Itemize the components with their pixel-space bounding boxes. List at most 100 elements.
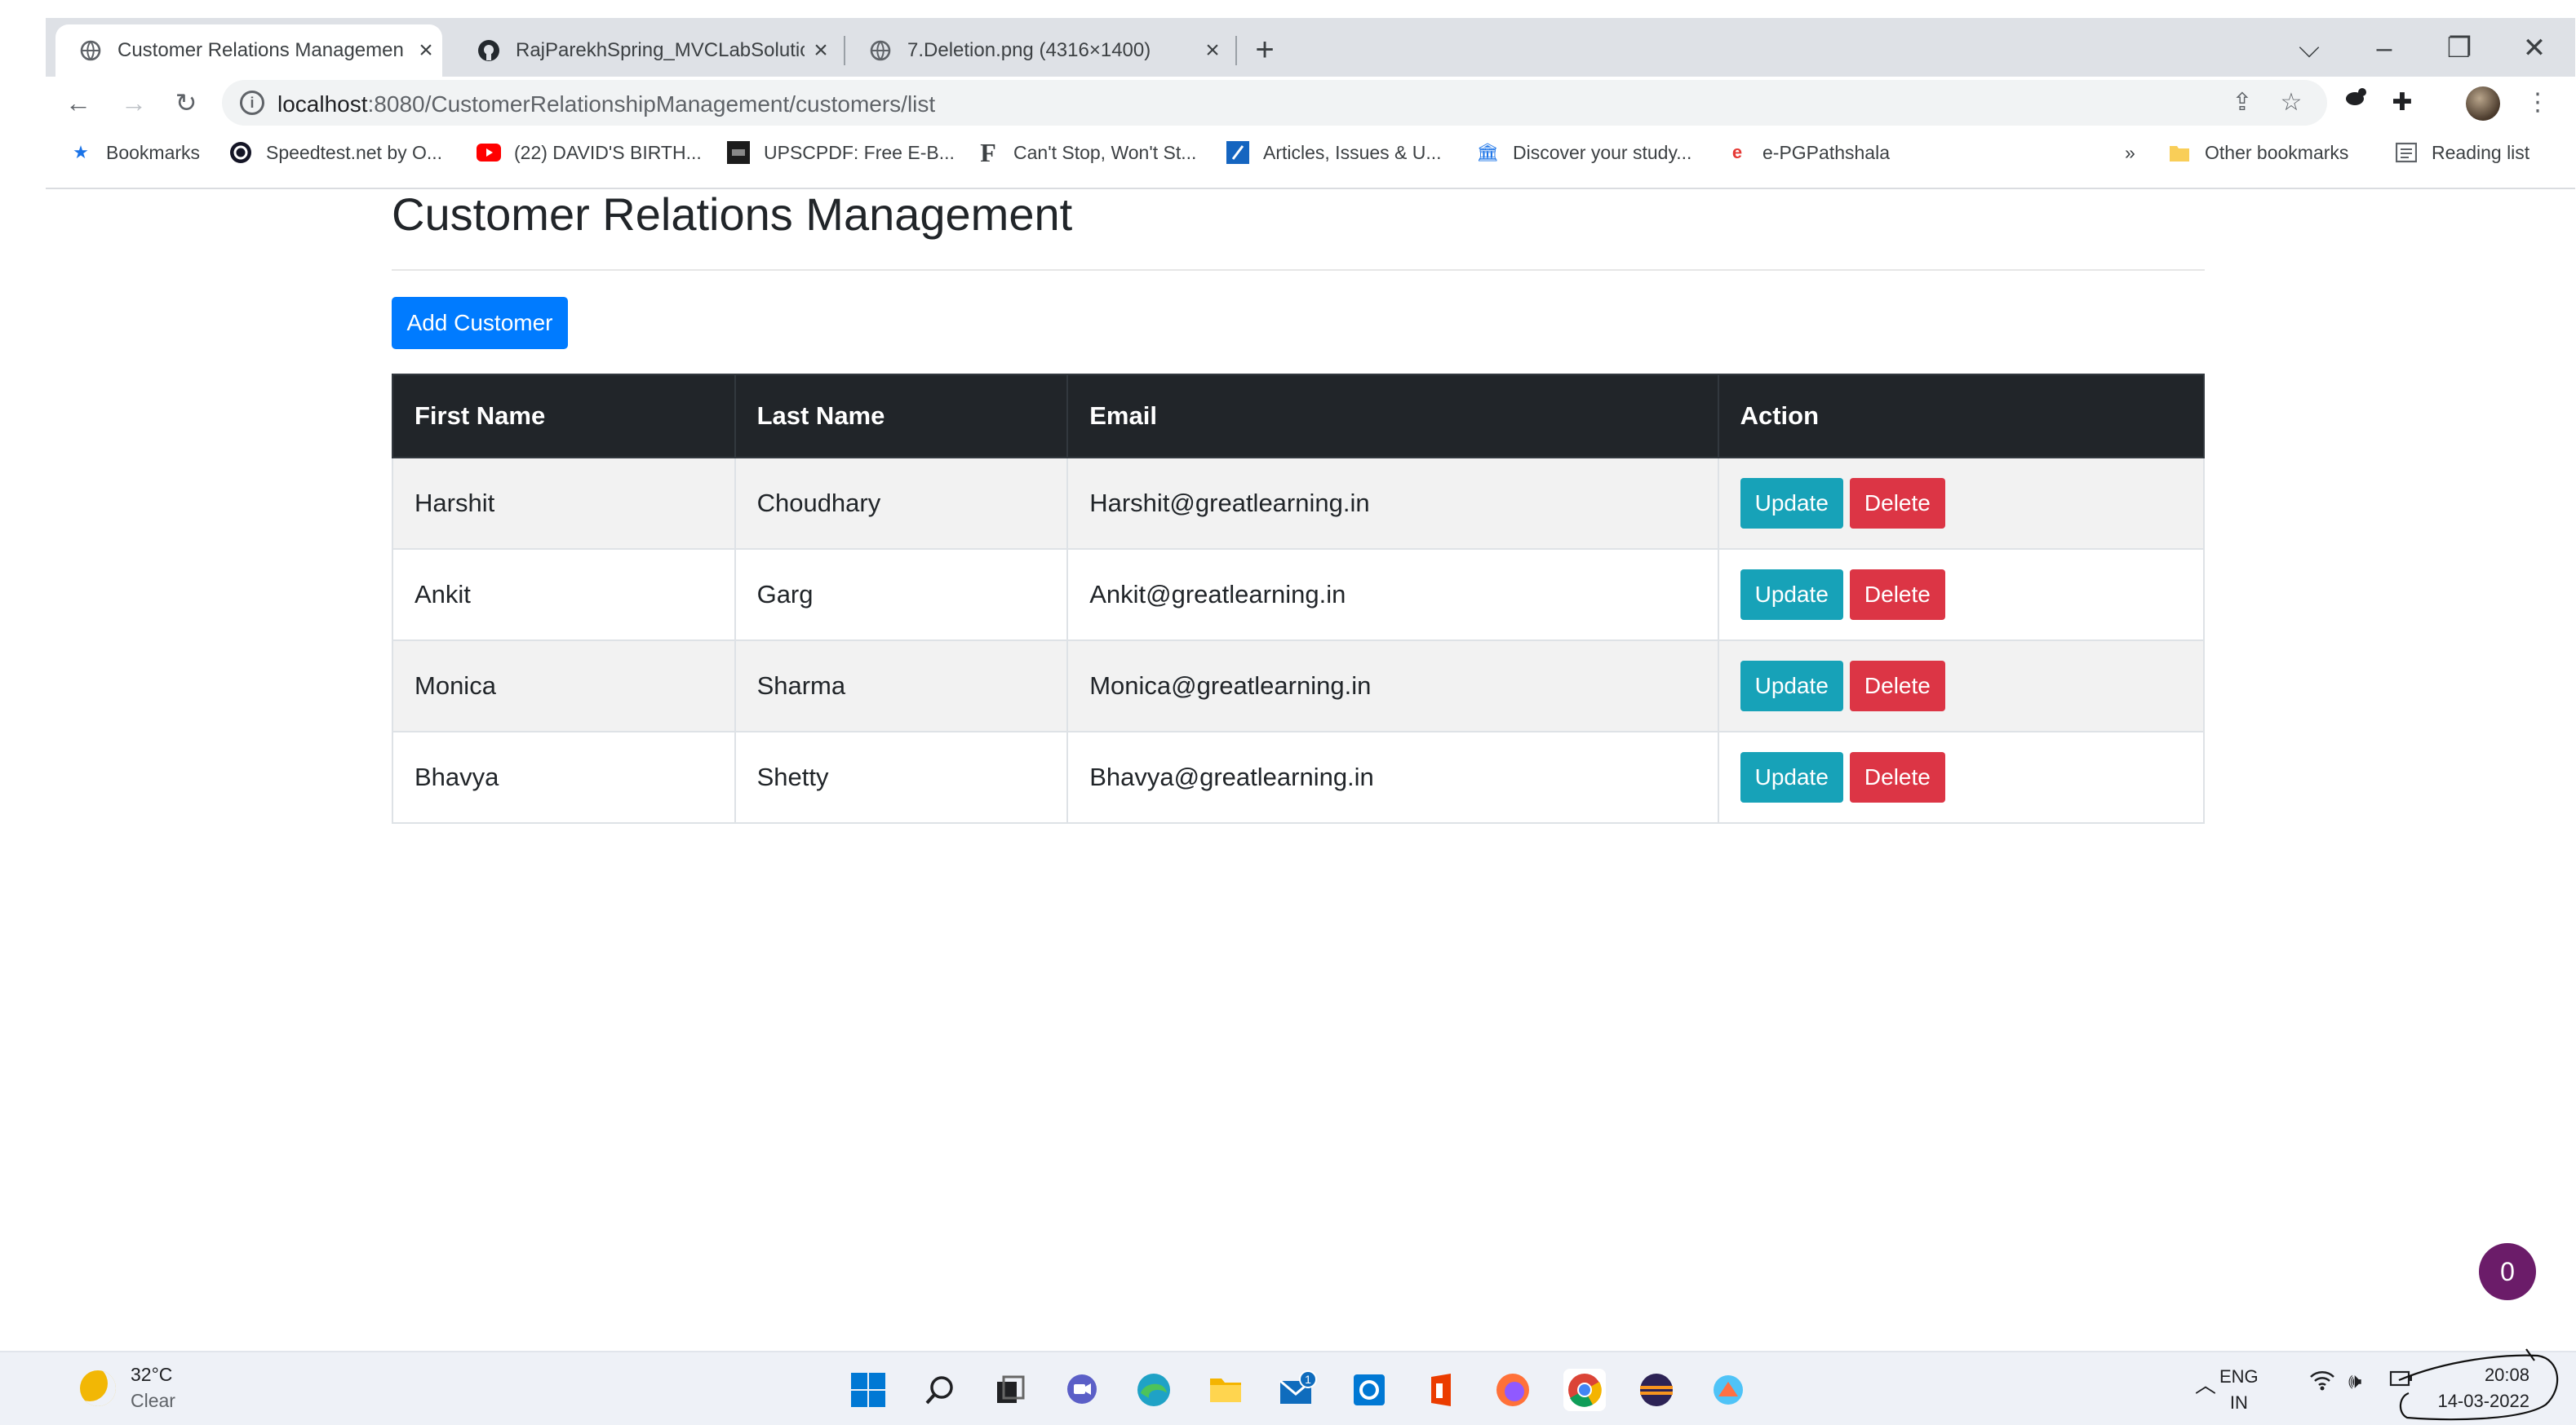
weather-condition[interactable]: Clear — [131, 1390, 175, 1412]
bookmarks-bar: ★ Bookmarks Speedtest.net by O... (22) D… — [46, 129, 2575, 176]
delete-button[interactable]: Delete — [1849, 752, 1945, 803]
tab-search-icon[interactable]: ⌵ — [2285, 29, 2334, 69]
bookmark-item-youtube[interactable]: (22) DAVID'S BIRTH... — [477, 137, 702, 168]
close-icon[interactable]: × — [410, 37, 442, 64]
reload-icon[interactable]: ↻ — [168, 85, 204, 121]
update-button[interactable]: Update — [1740, 752, 1843, 803]
bookmark-item-articles[interactable]: Articles, Issues & U... — [1226, 137, 1442, 168]
table-row: Ankit Garg Ankit@greatlearning.in Update… — [392, 548, 2206, 641]
cell-first-name: Bhavya — [392, 731, 736, 824]
pen-scribble — [2398, 1348, 2559, 1421]
notification-badge[interactable]: 0 — [2479, 1243, 2536, 1300]
table-row: Bhavya Shetty Bhavya@greatlearning.in Up… — [392, 731, 2206, 824]
update-button[interactable]: Update — [1740, 478, 1843, 529]
update-button[interactable]: Update — [1740, 661, 1843, 711]
cell-last-name: Sharma — [734, 639, 1069, 732]
mail-icon[interactable]: 1 — [1276, 1369, 1319, 1411]
cell-email: Harshit@greatlearning.in — [1066, 457, 1719, 550]
firefox-icon[interactable] — [1492, 1369, 1534, 1411]
f-icon: F — [980, 137, 996, 167]
cell-first-name: Monica — [392, 639, 736, 732]
library-icon: 🏛 — [1476, 142, 1499, 162]
bookmark-item-epgpathshala[interactable]: e e-PGPathshala — [1725, 137, 1890, 168]
office-icon[interactable] — [1420, 1369, 1462, 1411]
volume-icon[interactable]: 🕪 — [2348, 1369, 2361, 1395]
restore-icon[interactable]: ❐ — [2435, 29, 2484, 69]
close-icon[interactable]: × — [1196, 37, 1229, 64]
taskbar: 32°C Clear 1 ︿ ENG IN 🕪 20:08 14-03-2022 — [0, 1348, 2576, 1425]
cell-last-name: Garg — [734, 548, 1069, 641]
menu-icon[interactable]: ⋮ — [2520, 85, 2556, 121]
url-text[interactable]: localhost:8080/CustomerRelationshipManag… — [277, 91, 935, 117]
eclipse-icon[interactable] — [1635, 1369, 1678, 1411]
task-view-icon[interactable] — [989, 1369, 1031, 1411]
tab-strip: Customer Relations Managemen × RajParekh… — [46, 18, 2575, 77]
chevron-up-icon[interactable]: ︿ — [2195, 1369, 2216, 1399]
cell-email: Ankit@greatlearning.in — [1066, 548, 1719, 641]
bookmark-item-discover[interactable]: 🏛 Discover your study... — [1475, 137, 1691, 168]
tab-github[interactable]: RajParekhSpring_MVCLabSolutio × — [454, 24, 837, 77]
extension-icon[interactable] — [2339, 85, 2374, 121]
info-icon[interactable]: i — [240, 91, 264, 115]
cell-last-name: Shetty — [734, 731, 1069, 824]
table-row: Harshit Choudhary Harshit@greatlearning.… — [392, 457, 2206, 550]
moon-icon[interactable] — [80, 1370, 116, 1406]
tab-customer-relations[interactable]: Customer Relations Managemen × — [55, 24, 442, 77]
bookmark-item-cant-stop[interactable]: F Can't Stop, Won't St... — [976, 137, 1196, 168]
customer-table: First Name Last Name Email Action Harshi… — [392, 374, 2206, 824]
column-header-email: Email — [1066, 374, 1719, 458]
cell-action: Update Delete — [1717, 639, 2206, 732]
reading-list[interactable]: Reading list — [2394, 137, 2529, 168]
column-header-first-name: First Name — [392, 374, 736, 458]
language-indicator[interactable]: ENG IN — [2219, 1364, 2259, 1416]
edge-icon[interactable] — [1133, 1369, 1175, 1411]
back-icon[interactable]: ← — [60, 85, 96, 121]
share-icon[interactable]: ⇪ — [2224, 85, 2260, 121]
tab-title: Customer Relations Managemen — [117, 39, 404, 61]
delete-button[interactable]: Delete — [1849, 478, 1945, 529]
folder-icon — [2167, 140, 2192, 165]
table-header-row: First Name Last Name Email Action — [392, 374, 2206, 458]
cell-last-name: Choudhary — [734, 457, 1069, 550]
search-icon[interactable] — [919, 1369, 961, 1411]
start-icon[interactable] — [847, 1369, 889, 1411]
globe-icon — [78, 38, 103, 63]
bookmarks-overflow-button[interactable]: » — [2125, 137, 2135, 168]
cell-first-name: Harshit — [392, 457, 736, 550]
file-explorer-icon[interactable] — [1204, 1369, 1247, 1411]
window-close-icon[interactable]: ✕ — [2510, 29, 2559, 69]
wifi-icon[interactable] — [2309, 1369, 2335, 1397]
cell-first-name: Ankit — [392, 548, 736, 641]
divider — [392, 269, 2205, 271]
bookmark-item-bookmarks[interactable]: ★ Bookmarks — [69, 137, 200, 168]
store-icon[interactable] — [1348, 1369, 1390, 1411]
address-bar[interactable]: i localhost:8080/CustomerRelationshipMan… — [222, 80, 2327, 126]
bookmark-item-speedtest[interactable]: Speedtest.net by O... — [228, 137, 442, 168]
update-button[interactable]: Update — [1740, 569, 1843, 620]
column-header-last-name: Last Name — [734, 374, 1069, 458]
avatar[interactable] — [2466, 86, 2500, 121]
add-customer-button[interactable]: Add Customer — [392, 297, 568, 349]
new-tab-button[interactable]: + — [1245, 31, 1284, 70]
weather-temperature[interactable]: 32°C — [131, 1364, 172, 1386]
tab-title: 7.Deletion.png (4316×1400) — [907, 39, 1151, 61]
tab-deletion-png[interactable]: 7.Deletion.png (4316×1400) × — [845, 24, 1229, 77]
forward-icon[interactable]: → — [116, 85, 152, 121]
chrome-icon[interactable] — [1563, 1369, 1606, 1411]
page-title: Customer Relations Management — [392, 188, 1073, 240]
bookmark-item-upscpdf[interactable]: UPSCPDF: Free E-B... — [726, 137, 955, 168]
close-icon[interactable]: × — [805, 37, 837, 64]
articles-icon — [1226, 140, 1250, 165]
minimize-icon[interactable]: – — [2360, 29, 2409, 69]
upscpdf-icon — [726, 140, 751, 165]
puzzle-icon[interactable]: ✚ — [2384, 85, 2420, 121]
other-bookmarks[interactable]: Other bookmarks — [2167, 137, 2348, 168]
epg-icon: e — [1731, 142, 1743, 162]
reading-list-icon — [2394, 140, 2419, 165]
mail-badge: 1 — [1305, 1373, 1311, 1386]
app-icon[interactable] — [1707, 1369, 1749, 1411]
delete-button[interactable]: Delete — [1849, 661, 1945, 711]
chat-icon[interactable] — [1061, 1369, 1103, 1411]
delete-button[interactable]: Delete — [1849, 569, 1945, 620]
bookmark-star-icon[interactable]: ☆ — [2273, 85, 2309, 121]
